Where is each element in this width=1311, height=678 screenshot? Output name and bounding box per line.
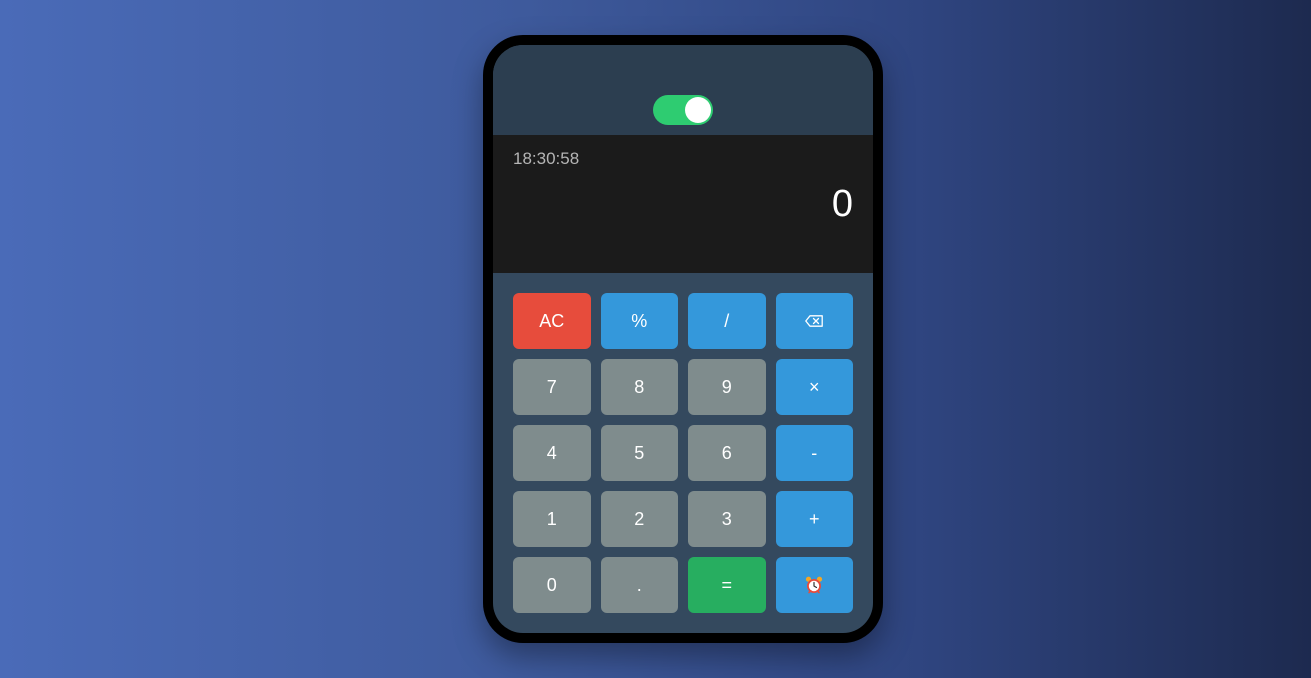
- digit-4-button[interactable]: 4: [513, 425, 591, 481]
- divide-button[interactable]: /: [688, 293, 766, 349]
- backspace-button[interactable]: [775, 293, 853, 349]
- calculator-device: 18:30:58 0 AC % / 7 8 9 × 4 5 6 - 1 2 3: [483, 35, 883, 643]
- digit-5-button[interactable]: 5: [600, 425, 678, 481]
- digit-7-button[interactable]: 7: [513, 359, 591, 415]
- plus-button[interactable]: +: [775, 491, 853, 547]
- digit-0-button[interactable]: 0: [513, 557, 591, 613]
- display-panel: 18:30:58 0: [493, 135, 873, 273]
- clock-time: 18:30:58: [513, 149, 580, 168]
- clear-button[interactable]: AC: [513, 293, 591, 349]
- minus-button[interactable]: -: [775, 425, 853, 481]
- top-bar: [493, 45, 873, 135]
- equals-button[interactable]: =: [688, 557, 766, 613]
- digit-1-button[interactable]: 1: [513, 491, 591, 547]
- digit-3-button[interactable]: 3: [688, 491, 766, 547]
- decimal-button[interactable]: .: [600, 557, 678, 613]
- theme-toggle[interactable]: [653, 95, 713, 125]
- digit-2-button[interactable]: 2: [600, 491, 678, 547]
- calculator-screen: 18:30:58 0 AC % / 7 8 9 × 4 5 6 - 1 2 3: [493, 45, 873, 633]
- percent-button[interactable]: %: [600, 293, 678, 349]
- backspace-icon: [805, 315, 824, 327]
- toggle-knob: [685, 97, 711, 123]
- digit-6-button[interactable]: 6: [688, 425, 766, 481]
- digit-9-button[interactable]: 9: [688, 359, 766, 415]
- keypad: AC % / 7 8 9 × 4 5 6 - 1 2 3 + 0 . =: [513, 293, 853, 613]
- multiply-button[interactable]: ×: [775, 359, 853, 415]
- alarm-clock-icon: [806, 576, 823, 594]
- display-value: 0: [831, 183, 853, 225]
- digit-8-button[interactable]: 8: [600, 359, 678, 415]
- alarm-button[interactable]: [775, 557, 853, 613]
